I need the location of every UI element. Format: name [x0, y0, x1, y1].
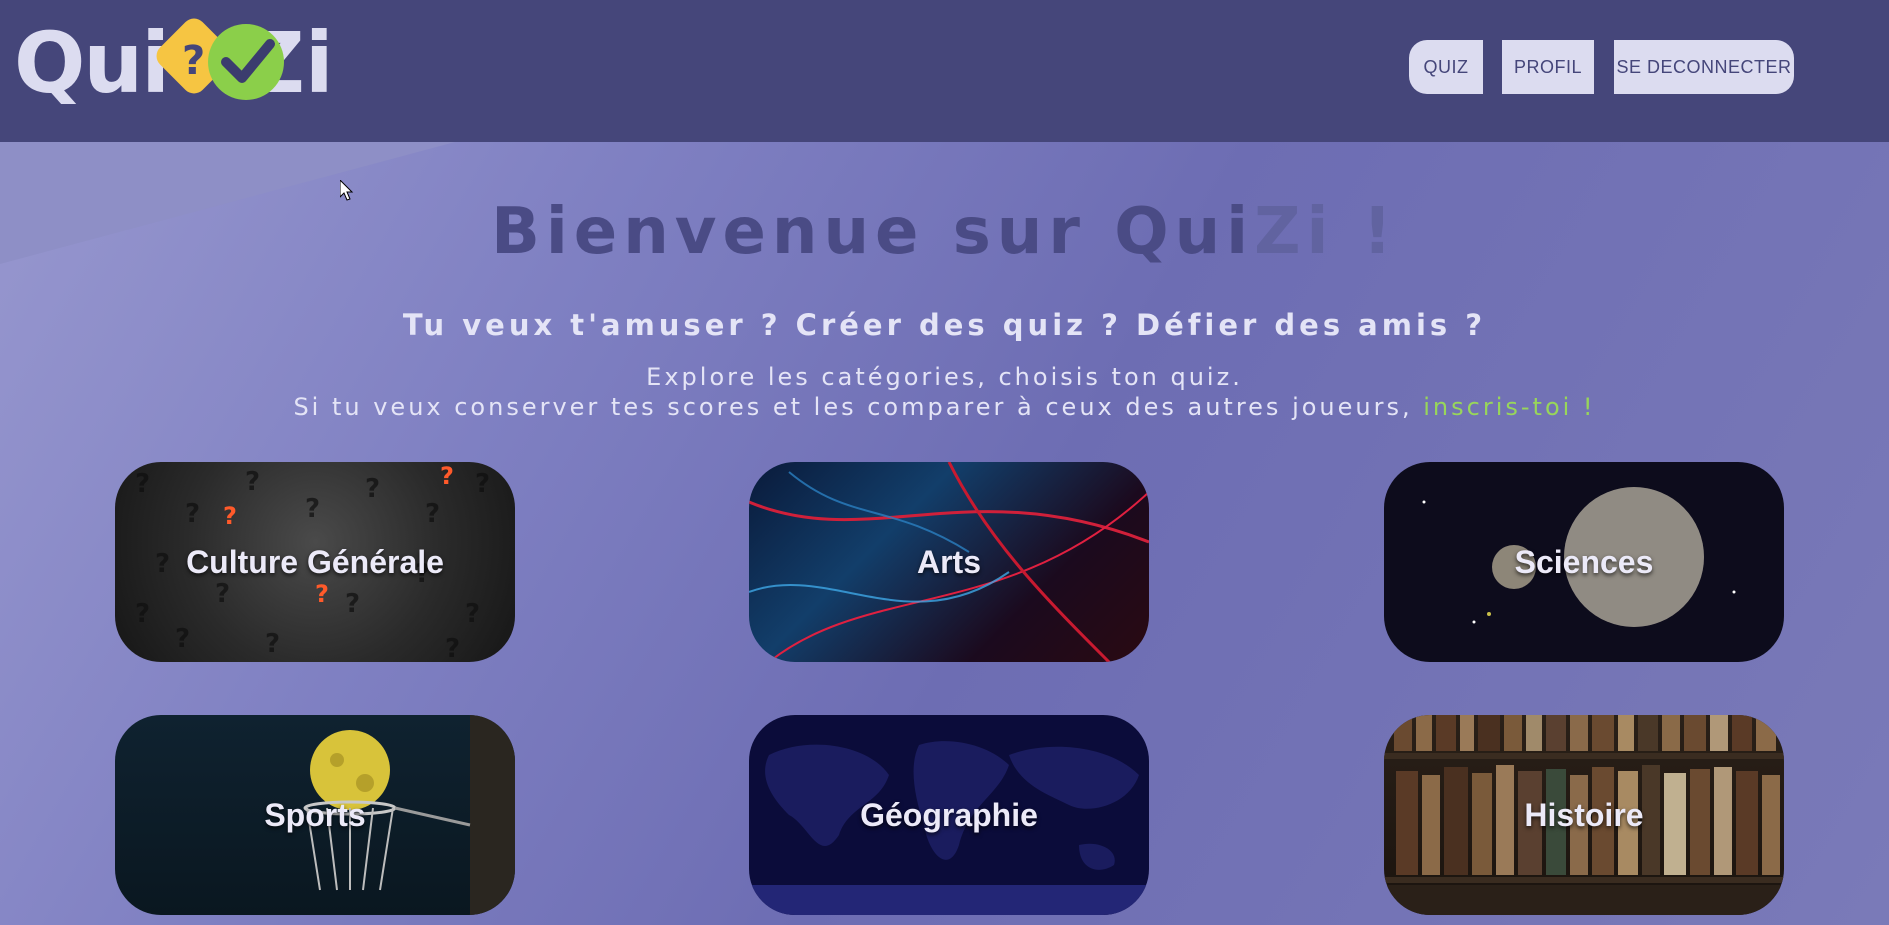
category-card-arts[interactable]: Arts — [749, 462, 1149, 662]
page-subtitle: Tu veux t'amuser ? Créer des quiz ? Défi… — [402, 308, 1487, 342]
intro-line-1: Explore les catégories, choisis ton quiz… — [646, 363, 1243, 391]
main-nav: QUIZ PROFIL SE DECONNECTER — [0, 40, 1889, 94]
intro-text: Explore les catégories, choisis ton quiz… — [0, 362, 1889, 422]
category-label: Arts — [916, 544, 981, 580]
logout-button[interactable]: SE DECONNECTER — [1614, 40, 1794, 94]
category-label: Géographie — [860, 797, 1038, 833]
category-card-histoire[interactable]: Histoire — [1384, 715, 1784, 915]
category-card-geographie[interactable]: Géographie — [749, 715, 1149, 915]
category-card-culture-generale[interactable]: ???? ???? ???? ???? ??? Culture Générale — [115, 462, 515, 662]
category-label: Sports — [264, 797, 366, 833]
nav-profil-button[interactable]: PROFIL — [1502, 40, 1594, 94]
intro-line-2: Si tu veux conserver tes scores et les c… — [293, 393, 1413, 421]
signup-link[interactable]: inscris-toi ! — [1423, 393, 1595, 421]
top-header: Qui Zi ? QUIZ PROFIL SE DECONNECTER — [0, 0, 1889, 142]
title-fade: Zi ! — [1254, 195, 1398, 269]
title-main: Bienvenue sur Qui — [491, 195, 1255, 269]
category-label: Culture Générale — [186, 544, 444, 580]
category-card-sciences[interactable]: Sciences — [1384, 462, 1784, 662]
page-title: Bienvenue sur QuiZi ! — [0, 195, 1889, 269]
category-card-sports[interactable]: Sports — [115, 715, 515, 915]
category-label: Sciences — [1514, 544, 1654, 580]
category-label: Histoire — [1524, 797, 1644, 833]
nav-quiz-button[interactable]: QUIZ — [1409, 40, 1483, 94]
